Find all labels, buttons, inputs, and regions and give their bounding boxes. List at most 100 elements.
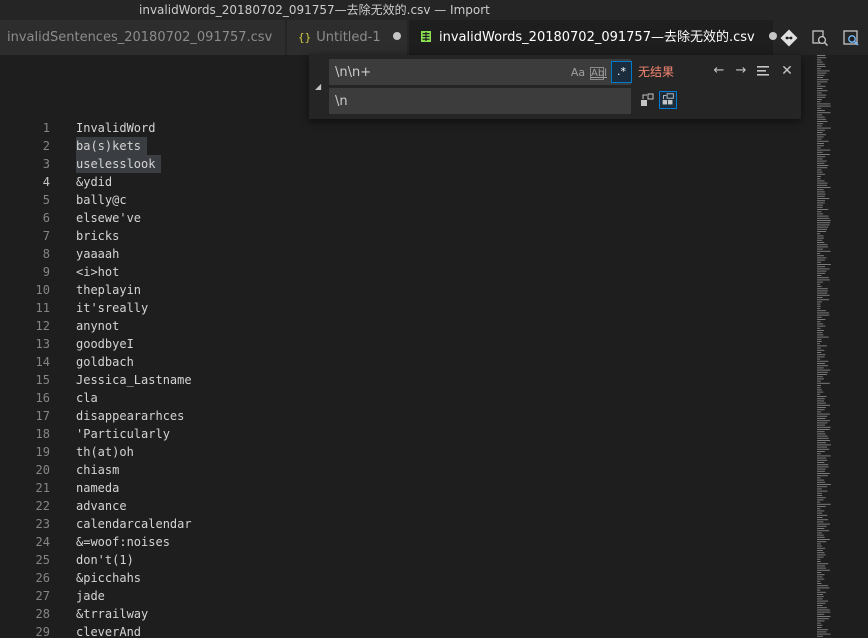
code-line[interactable]: 11 it'sreally	[0, 299, 820, 317]
minimap-line	[817, 180, 825, 182]
replace-all-icon[interactable]	[659, 91, 677, 109]
toggle-replace-icon[interactable]: ◢	[315, 83, 323, 91]
code-line[interactable]: 7 bricks	[0, 227, 820, 245]
minimap-line	[817, 127, 831, 129]
minimap-line	[817, 495, 823, 496]
line-text[interactable]: &=woof:noises	[76, 533, 170, 551]
line-text[interactable]: bally@c	[76, 191, 127, 209]
line-text[interactable]: jade	[76, 587, 105, 605]
match-case-toggle[interactable]: Aa	[568, 64, 588, 82]
code-line[interactable]: 12 anynot	[0, 317, 820, 335]
line-text[interactable]: Jessica_Lastname	[76, 371, 192, 389]
code-line[interactable]: 28 &trrailway	[0, 605, 820, 623]
line-number: 23	[35, 517, 50, 531]
minimap-line	[817, 585, 828, 587]
line-text[interactable]: &ydid	[76, 173, 112, 191]
line-text[interactable]: ba(s)kets	[76, 137, 148, 155]
minimap-line	[817, 422, 828, 424]
minimap-line	[817, 125, 822, 127]
minimap-line	[817, 239, 823, 241]
code-line[interactable]: 13 goodbyeI	[0, 335, 820, 353]
editor-area[interactable]: 1 InvalidWord 2 ba(s)kets 3 uselesslook 4 &ydid…	[0, 55, 868, 638]
code-line[interactable]: 17 disappeararhces	[0, 407, 820, 425]
line-text[interactable]: advance	[76, 497, 127, 515]
minimap-line	[817, 259, 825, 261]
line-text[interactable]: uselesslook	[76, 155, 162, 173]
minimap-line	[817, 299, 830, 301]
code-line[interactable]: 25 don't(1)	[0, 551, 820, 569]
code-line[interactable]: 18 'Particularly	[0, 425, 820, 443]
code-line[interactable]: 1 InvalidWord	[0, 119, 820, 137]
previous-match-icon[interactable]: ←	[711, 63, 727, 79]
whole-word-toggle[interactable]: Abl	[590, 67, 607, 80]
minimap-line	[817, 521, 824, 523]
code-line[interactable]: 26 &picchahs	[0, 569, 820, 587]
line-text[interactable]: &picchahs	[76, 569, 141, 587]
code-line[interactable]: 23 calendarcalendar	[0, 515, 820, 533]
minimap-line	[817, 176, 821, 177]
line-text[interactable]: 'Particularly	[76, 425, 170, 443]
line-text[interactable]: calendarcalendar	[76, 515, 192, 533]
minimap-line	[817, 431, 825, 433]
code-line[interactable]: 6 elsewe've	[0, 209, 820, 227]
replace-input[interactable]: \n	[329, 88, 631, 114]
code-line[interactable]: 29 cleverAnd	[0, 623, 820, 638]
code-line[interactable]: 14 goldbach	[0, 353, 820, 371]
line-text[interactable]: goldbach	[76, 353, 134, 371]
git-compare-icon[interactable]	[780, 29, 798, 47]
close-icon[interactable]: ✕	[779, 63, 795, 79]
minimap-line	[817, 523, 830, 525]
code-line[interactable]: 15 Jessica_Lastname	[0, 371, 820, 389]
line-text[interactable]: elsewe've	[76, 209, 141, 227]
line-text[interactable]: &trrailway	[76, 605, 148, 623]
line-number: 8	[42, 247, 50, 261]
minimap-line	[817, 107, 822, 109]
code-line[interactable]: 8 yaaaah	[0, 245, 820, 263]
code-line[interactable]: 4 &ydid	[0, 173, 820, 191]
line-text[interactable]: theplayin	[76, 281, 141, 299]
line-text[interactable]: disappeararhces	[76, 407, 184, 425]
code-line[interactable]: 3 uselesslook	[0, 155, 820, 173]
line-text[interactable]: <i>hot	[76, 263, 119, 281]
code-line[interactable]: 2 ba(s)kets	[0, 137, 820, 155]
code-line[interactable]: 19 th(at)oh	[0, 443, 820, 461]
line-number: 11	[35, 301, 50, 315]
line-text[interactable]: th(at)oh	[76, 443, 134, 461]
code-line[interactable]: 21 nameda	[0, 479, 820, 497]
minimap-line	[817, 528, 825, 529]
line-text[interactable]: anynot	[76, 317, 119, 335]
code-line[interactable]: 22 advance	[0, 497, 820, 515]
line-text[interactable]: it'sreally	[76, 299, 148, 317]
minimap[interactable]	[814, 55, 868, 638]
open-preview-icon[interactable]	[811, 29, 829, 47]
line-text[interactable]: chiasm	[76, 461, 119, 479]
code-line[interactable]: 16 cla	[0, 389, 820, 407]
regex-toggle[interactable]: .*	[611, 61, 632, 83]
minimap-line	[817, 308, 821, 309]
minimap-line	[817, 541, 827, 543]
line-text[interactable]: cleverAnd	[76, 623, 141, 638]
minimap-line	[817, 567, 827, 569]
line-text[interactable]: bricks	[76, 227, 119, 245]
line-text[interactable]: goodbyeI	[76, 335, 134, 353]
next-match-icon[interactable]: →	[733, 63, 749, 79]
find-input[interactable]: \n\n+ Aa Abl .*	[329, 59, 632, 85]
code-line[interactable]: 10 theplayin	[0, 281, 820, 299]
minimap-line	[817, 622, 821, 624]
find-in-selection-icon[interactable]	[755, 63, 771, 79]
code-line[interactable]: 20 chiasm	[0, 461, 820, 479]
replace-one-icon[interactable]	[638, 91, 656, 109]
line-text[interactable]: InvalidWord	[76, 119, 155, 137]
minimap-line	[817, 341, 822, 342]
line-text[interactable]: cla	[76, 389, 98, 407]
line-text[interactable]: don't(1)	[76, 551, 134, 569]
line-text[interactable]: yaaaah	[76, 245, 119, 263]
split-editor-icon[interactable]	[842, 29, 860, 47]
code-line[interactable]: 9 <i>hot	[0, 263, 820, 281]
line-text[interactable]: nameda	[76, 479, 119, 497]
minimap-line	[817, 94, 827, 96]
code-line[interactable]: 24 &=woof:noises	[0, 533, 820, 551]
code-line[interactable]: 5 bally@c	[0, 191, 820, 209]
code-line[interactable]: 27 jade	[0, 587, 820, 605]
minimap-line	[817, 281, 823, 283]
